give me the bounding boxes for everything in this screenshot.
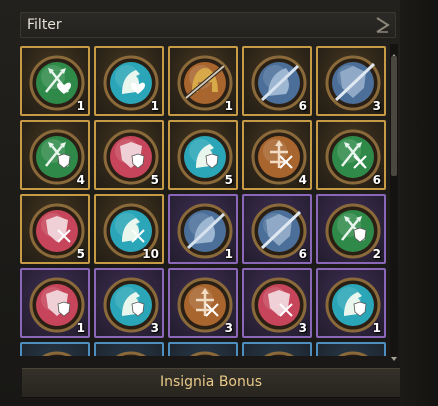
insignia-slot[interactable]: 1: [20, 268, 90, 338]
item-count: 1: [372, 321, 381, 335]
item-count: 1: [224, 99, 233, 113]
item-count: 1: [76, 321, 85, 335]
insignia-slot[interactable]: [316, 342, 386, 356]
insignia-slot[interactable]: 3: [168, 268, 238, 338]
insignia-bonus-label: Insignia Bonus: [159, 374, 263, 390]
item-count: 5: [76, 247, 85, 261]
item-count: 6: [298, 247, 307, 261]
scroll-down-arrow[interactable]: [390, 348, 398, 361]
side-shadow: [400, 0, 438, 406]
chevron-down-icon: [391, 357, 397, 361]
insignia-slot[interactable]: 4: [20, 120, 90, 190]
item-count: 3: [224, 321, 233, 335]
item-count: 5: [150, 173, 159, 187]
filter-label: Filter: [27, 17, 62, 33]
insignia-slot[interactable]: [168, 342, 238, 356]
item-count: 5: [224, 173, 233, 187]
teal-horse-shield-icon: [189, 351, 221, 356]
insignia-slot[interactable]: 3: [316, 46, 386, 116]
item-count: 1: [224, 247, 233, 261]
insignia-slot[interactable]: 5: [94, 120, 164, 190]
filter-bar[interactable]: Filter: [20, 12, 396, 38]
insignia-slot[interactable]: [94, 342, 164, 356]
bronze-arrows-crossed-icon: [115, 351, 147, 356]
scroll-up-arrow[interactable]: [390, 45, 398, 58]
gold-helmet-icon: [41, 351, 73, 356]
insignia-slot[interactable]: 5: [168, 120, 238, 190]
item-count: 4: [76, 173, 85, 187]
insignia-slot[interactable]: 3: [242, 268, 312, 338]
insignia-bonus-button[interactable]: Insignia Bonus: [22, 368, 400, 398]
item-count: 3: [150, 321, 159, 335]
filter-toggle-button[interactable]: [371, 15, 393, 35]
insignia-slot[interactable]: 1: [168, 46, 238, 116]
insignia-slot[interactable]: 3: [94, 268, 164, 338]
insignia-slot[interactable]: [242, 342, 312, 356]
item-count: 1: [150, 99, 159, 113]
item-count: 4: [298, 173, 307, 187]
insignia-slot[interactable]: 2: [316, 194, 386, 264]
insignia-slot[interactable]: 6: [242, 194, 312, 264]
insignia-grid: 1 1 1 6 3 4 5 5 4 6 5 10 1 6 2 1 3 3 3 1: [18, 44, 388, 356]
insignia-slot[interactable]: 1: [168, 194, 238, 264]
scrollbar-thumb[interactable]: [391, 56, 397, 176]
item-count: 6: [372, 173, 381, 187]
item-count: 6: [298, 99, 307, 113]
teal-horse-crossed-icon: [337, 351, 369, 356]
insignia-slot[interactable]: 1: [94, 46, 164, 116]
insignia-slot[interactable]: 4: [242, 120, 312, 190]
play-triangle-icon: [376, 17, 390, 33]
item-count: 3: [372, 99, 381, 113]
insignia-slot[interactable]: 10: [94, 194, 164, 264]
red-shield-shield-icon: [263, 351, 295, 356]
insignia-slot[interactable]: 6: [316, 120, 386, 190]
insignia-slot[interactable]: 6: [242, 46, 312, 116]
item-count: 3: [298, 321, 307, 335]
insignia-slot[interactable]: 5: [20, 194, 90, 264]
item-count: 2: [372, 247, 381, 261]
insignia-slot[interactable]: [20, 342, 90, 356]
insignia-slot[interactable]: 1: [316, 268, 386, 338]
insignia-slot[interactable]: 1: [20, 46, 90, 116]
item-count: 1: [76, 99, 85, 113]
item-count: 10: [142, 247, 159, 261]
